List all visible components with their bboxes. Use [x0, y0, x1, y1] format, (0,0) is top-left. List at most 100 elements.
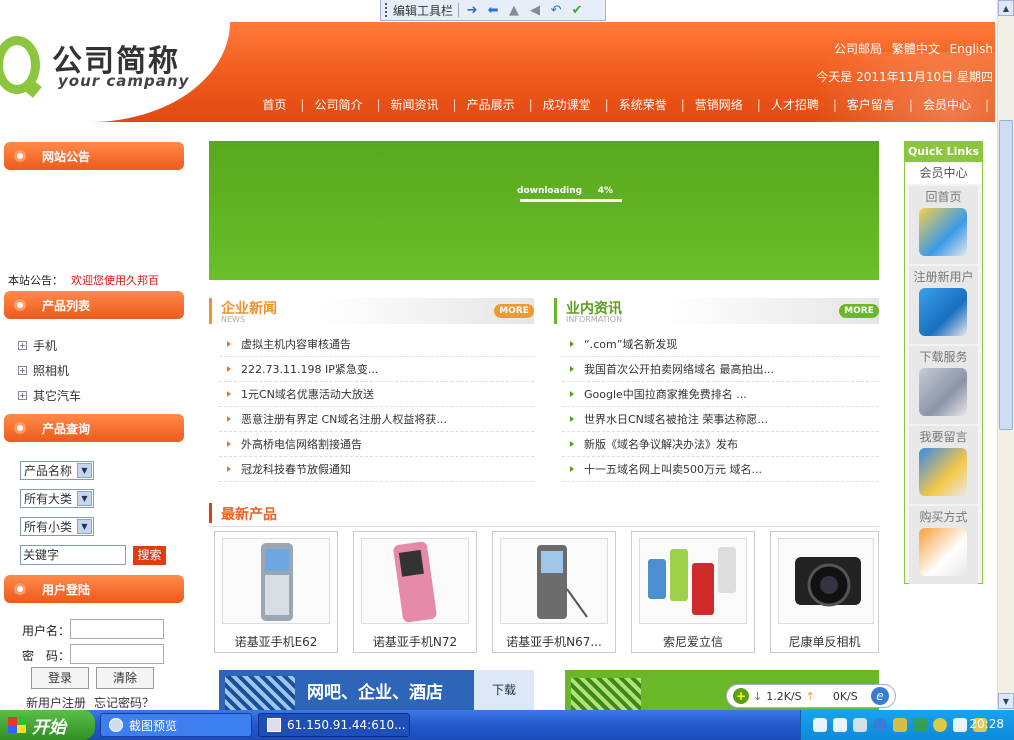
clock[interactable]: 20:28 [969, 717, 1004, 731]
industry-more-button[interactable]: MORE [839, 304, 879, 318]
link-traditional[interactable]: 繁體中文 [892, 42, 940, 56]
news-more-button[interactable]: MORE [494, 304, 534, 318]
clear-button[interactable]: 清除 [96, 667, 154, 689]
plus-icon[interactable] [933, 718, 947, 732]
category-select[interactable]: 所有大类 ▼ [20, 489, 94, 508]
nav-home[interactable]: 首页 [254, 96, 312, 113]
news-item[interactable]: 虚拟主机内容审核通告 [219, 332, 534, 357]
phone-image[interactable] [639, 538, 747, 624]
toolbar-separator [458, 3, 460, 17]
arrow-left-icon[interactable]: ⬅ [485, 3, 501, 18]
check-icon[interactable]: ✔ [569, 3, 585, 18]
undo-icon[interactable]: ↶ [548, 3, 564, 18]
nav-members[interactable]: 会员中心 [915, 96, 995, 113]
product-card[interactable]: 诺基亚手机N67... [492, 531, 616, 653]
link-english[interactable]: English [950, 42, 993, 56]
download-button[interactable]: 下载 [474, 670, 534, 710]
quick-register[interactable]: 注册新用户 [909, 266, 978, 344]
keyboard-icon[interactable] [813, 718, 827, 732]
product-name[interactable]: 索尼爱立信 [632, 633, 754, 650]
field-select[interactable]: 产品名称 ▼ [20, 461, 94, 480]
product-name[interactable]: 诺基亚手机E62 [215, 633, 337, 650]
industry-subtitle: INFORMATION [566, 315, 623, 324]
triangle-left-icon[interactable]: ◀ [527, 3, 543, 18]
task-remote-window[interactable]: 61.150.91.44:610... [258, 713, 410, 737]
industry-item[interactable]: 世界水日CN域名被抢注 荣事达称愿... [562, 407, 879, 432]
forgot-password-link[interactable]: 忘记密码？ [94, 696, 154, 710]
scroll-down-icon[interactable]: ▼ [998, 693, 1014, 709]
phone-image[interactable] [361, 538, 469, 624]
nav-news[interactable]: 新闻资讯 [383, 96, 465, 113]
nav-about[interactable]: 公司简介 [306, 96, 388, 113]
industry-item[interactable]: 十一五域名网上叫卖500万元 域名... [562, 457, 879, 482]
news-item[interactable]: 1元CN域名优惠活动大放送 [219, 382, 534, 407]
back-icon[interactable] [873, 718, 887, 732]
news-item[interactable]: 222.73.11.198 IP紧急变... [219, 357, 534, 382]
category-item[interactable]: + 照相机 [18, 362, 69, 379]
password-input[interactable] [70, 644, 164, 664]
quick-home[interactable]: 回首页 [909, 186, 978, 264]
scroll-thumb[interactable] [999, 120, 1013, 430]
flash-banner[interactable]: downloading 4% [209, 141, 879, 280]
login-header: 用户登陆 [4, 575, 184, 603]
quick-message[interactable]: 我要留言 [909, 426, 978, 504]
speed-meter-icon[interactable]: + [733, 688, 749, 704]
category-item[interactable]: + 其它汽车 [18, 387, 81, 404]
news-item[interactable]: 外高桥电信网络割接通告 [219, 432, 534, 457]
nav-marketing[interactable]: 营销网络 [687, 96, 769, 113]
arrow-icon[interactable] [853, 718, 867, 732]
subcategory-select[interactable]: 所有小类 ▼ [20, 517, 94, 536]
nav-honors[interactable]: 系统荣誉 [611, 96, 693, 113]
logo-english[interactable]: your campany [58, 72, 189, 90]
phone-image[interactable] [222, 538, 330, 624]
industry-item[interactable]: Google中国拉商家推免费排名 ... [562, 382, 879, 407]
register-link[interactable]: 新用户注册 [26, 696, 86, 710]
product-card[interactable]: 索尼爱立信 [631, 531, 755, 653]
industry-item[interactable]: 新版《域名争议解决办法》发布 [562, 432, 879, 457]
product-card[interactable]: 诺基亚手机N72 [353, 531, 477, 653]
task-screenshot-preview[interactable]: 截图预览 [100, 713, 252, 737]
toolbar-grip[interactable] [385, 3, 388, 17]
camera-image[interactable] [778, 538, 874, 624]
arrow-right-icon[interactable]: ➜ [464, 3, 480, 18]
triangle-up-icon[interactable]: ▲ [506, 3, 522, 18]
vertical-scrollbar[interactable]: ▲ ▼ [997, 0, 1014, 710]
nav-products[interactable]: 产品展示 [459, 96, 541, 113]
network-icon[interactable] [953, 718, 967, 732]
speed-meter[interactable]: + ↓ 1.2K/S ↑ 0K/S e [726, 684, 896, 708]
product-card[interactable]: 诺基亚手机E62 [214, 531, 338, 653]
qq-icon[interactable] [893, 718, 907, 732]
nav-jobs[interactable]: 人才招聘 [763, 96, 845, 113]
search-button[interactable]: 搜索 [133, 546, 166, 565]
chevron-down-icon[interactable]: ▼ [77, 519, 92, 534]
quick-purchase[interactable]: 购买方式 [909, 506, 978, 584]
nav-cases[interactable]: 成功课堂 [535, 96, 617, 113]
nav-feedback[interactable]: 客户留言 [839, 96, 921, 113]
shield-icon[interactable] [913, 718, 927, 732]
product-name[interactable]: 诺基亚手机N67... [493, 633, 615, 650]
scroll-up-icon[interactable]: ▲ [998, 0, 1014, 16]
notice-content[interactable]: 欢迎您使用久邦百 [71, 274, 159, 287]
login-button[interactable]: 登录 [31, 667, 89, 689]
news-item[interactable]: 恶意注册有界定 CN域名注册人权益将获... [219, 407, 534, 432]
chevron-down-icon[interactable]: ▼ [77, 491, 92, 506]
chevron-down-icon[interactable]: ▼ [77, 463, 92, 478]
link-mail[interactable]: 公司邮局 [834, 42, 882, 56]
product-name[interactable]: 尼康单反相机 [771, 633, 878, 650]
username-input[interactable] [70, 619, 164, 639]
product-card[interactable]: 尼康单反相机 [770, 531, 879, 653]
start-button[interactable]: 开始 [0, 710, 95, 740]
quick-download[interactable]: 下载服务 [909, 346, 978, 424]
quick-member-link[interactable]: 会员中心 [905, 162, 982, 184]
quick-label: 购买方式 [919, 510, 968, 524]
ad-banner-1[interactable]: 网吧、企业、酒店 下载 [219, 670, 534, 710]
product-name[interactable]: 诺基亚手机N72 [354, 633, 476, 650]
industry-item[interactable]: 我国首次公开拍卖网络域名 最高拍出... [562, 357, 879, 382]
help-icon[interactable] [833, 718, 847, 732]
phone-image[interactable] [500, 538, 608, 624]
keyword-input[interactable]: 关键字 [20, 545, 126, 565]
browser-icon[interactable]: e [871, 687, 889, 705]
category-item[interactable]: + 手机 [18, 337, 57, 354]
news-item[interactable]: 冠龙科技春节放假通知 [219, 457, 534, 482]
industry-item[interactable]: “.com”域名新发现 [562, 332, 879, 357]
